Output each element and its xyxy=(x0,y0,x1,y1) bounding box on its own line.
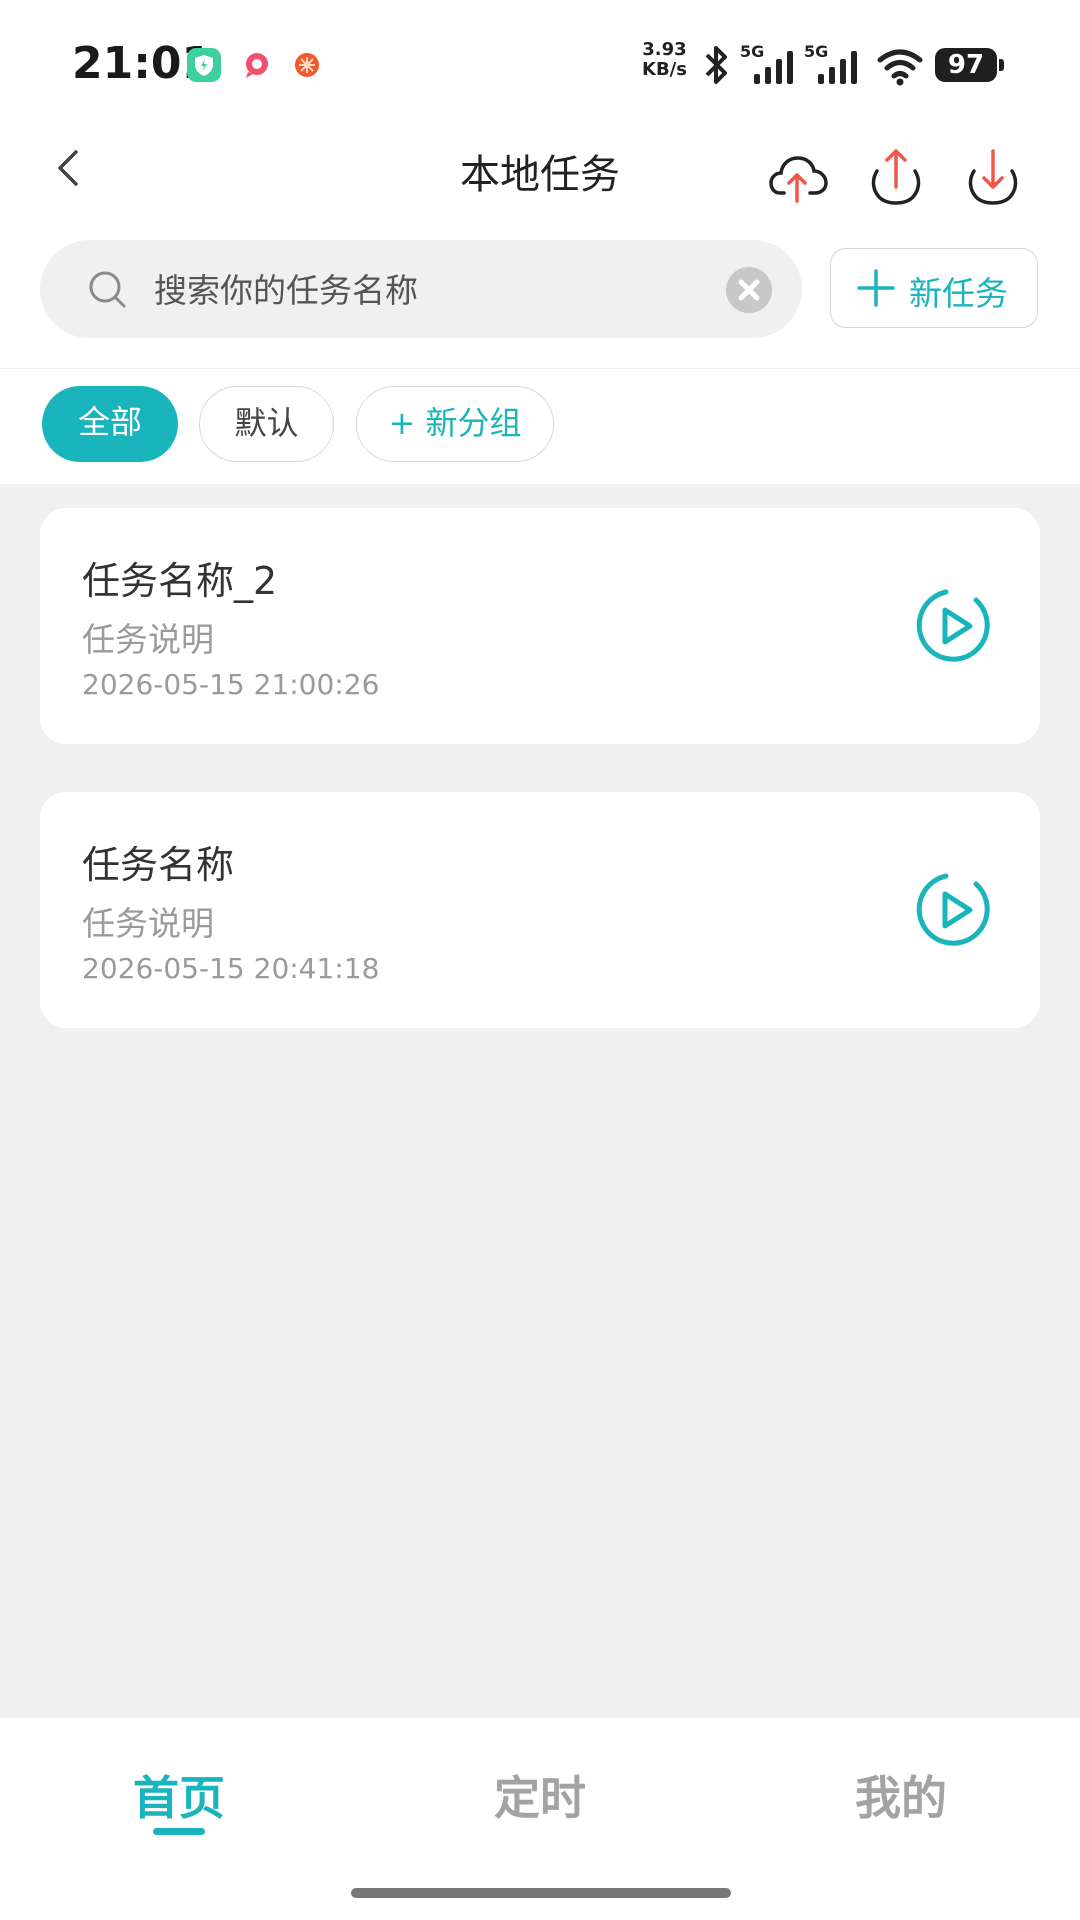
signal-icon xyxy=(754,51,793,84)
home-indicator[interactable] xyxy=(351,1888,731,1898)
nav-mine[interactable]: 我的 xyxy=(801,1762,1001,1828)
filter-chip-all[interactable]: 全部 xyxy=(42,386,178,462)
divider xyxy=(0,368,1080,369)
search-icon xyxy=(89,271,126,308)
task-name: 任务名称 xyxy=(82,843,235,887)
task-timestamp: 2026-05-15 21:00:26 xyxy=(82,668,380,701)
download-icon[interactable] xyxy=(962,145,1024,207)
orange-app-icon xyxy=(295,53,319,77)
bottom-nav: 首页 定时 我的 xyxy=(0,1718,1080,1920)
nav-active-indicator xyxy=(153,1828,205,1835)
task-name: 任务名称_2 xyxy=(82,559,278,603)
search-input[interactable] xyxy=(152,264,716,316)
nav-home[interactable]: 首页 xyxy=(79,1762,279,1828)
task-timestamp: 2026-05-15 20:41:18 xyxy=(82,952,380,985)
plus-icon xyxy=(857,269,895,307)
new-task-label: 新任务 xyxy=(909,274,1008,313)
play-icon[interactable] xyxy=(916,588,992,664)
header: 本地任务 xyxy=(0,110,1080,225)
clear-search-button[interactable] xyxy=(726,267,772,313)
net-speed-value: 3.93 xyxy=(642,39,687,60)
net-speed: 3.93 KB/s xyxy=(642,40,687,80)
chat-app-icon xyxy=(246,53,268,78)
signal-2-icon xyxy=(818,51,857,84)
nav-timer[interactable]: 定时 xyxy=(440,1762,640,1828)
net-speed-unit: KB/s xyxy=(642,59,687,80)
status-bar: 21:01 3.93 KB/s 5G 5G 97 xyxy=(0,0,1080,110)
shield-app-icon xyxy=(187,48,221,82)
task-description: 任务说明 xyxy=(82,904,214,943)
task-list: 任务名称_2 任务说明 2026-05-15 21:00:26 任务名称 任务说… xyxy=(0,484,1080,1718)
battery-icon: 97 xyxy=(935,48,1004,82)
new-group-button[interactable]: + 新分组 xyxy=(356,386,554,462)
cloud-upload-icon[interactable] xyxy=(768,145,830,207)
search-box xyxy=(40,240,802,338)
task-card[interactable]: 任务名称 任务说明 2026-05-15 20:41:18 xyxy=(40,792,1040,1028)
play-icon[interactable] xyxy=(916,872,992,948)
task-card[interactable]: 任务名称_2 任务说明 2026-05-15 21:00:26 xyxy=(40,508,1040,744)
task-description: 任务说明 xyxy=(82,620,214,659)
bluetooth-icon xyxy=(705,46,727,84)
filter-chip-default[interactable]: 默认 xyxy=(199,386,334,462)
upload-icon[interactable] xyxy=(865,145,927,207)
new-task-button[interactable]: 新任务 xyxy=(830,248,1038,328)
wifi-icon xyxy=(877,49,923,86)
